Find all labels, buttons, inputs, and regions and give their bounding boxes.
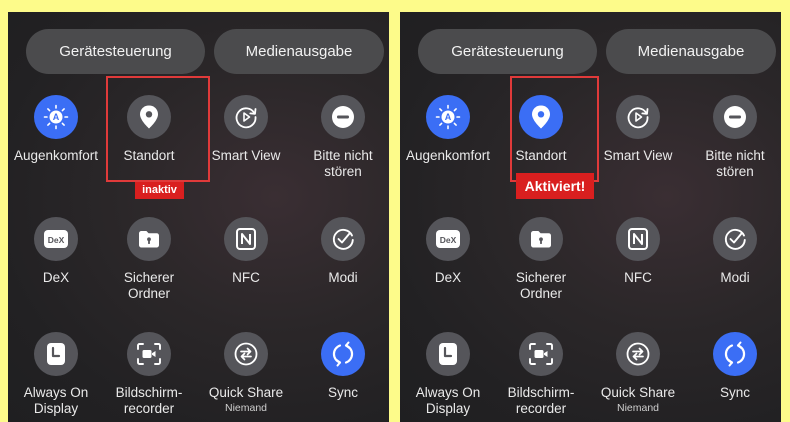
media-output-button[interactable]: Medienausgabe	[606, 29, 776, 74]
smart-view-icon[interactable]	[616, 95, 660, 139]
quick-settings-panel-after: Gerätesteuerung Medienausgabe A Augenkomfor…	[400, 12, 781, 422]
tile-label: Sync	[719, 385, 750, 400]
quick-tile-screen-recorder[interactable]: Bildschirm- recorder	[493, 332, 589, 417]
tile-label: Sync	[327, 385, 358, 400]
tile-label: Modi	[328, 270, 358, 285]
quick-settings-panel-before: Gerätesteuerung Medienausgabe A Augenkomfor…	[8, 12, 389, 422]
eye-comfort-icon[interactable]: A	[426, 95, 470, 139]
device-control-button[interactable]: Gerätesteuerung	[26, 29, 205, 74]
quick-tile-modes[interactable]: Modi	[687, 217, 781, 286]
quick-tile-secure-folder[interactable]: Sicherer Ordner	[101, 217, 197, 302]
tile-label: Augenkomfort	[405, 148, 491, 163]
quick-tile-do-not-disturb[interactable]: Bitte nicht stören	[687, 95, 781, 180]
smart-view-icon[interactable]	[224, 95, 268, 139]
tile-label: Always On Display	[23, 385, 89, 416]
quick-tile-sync[interactable]: Sync	[295, 332, 389, 401]
tile-label: Bitte nicht stören	[705, 148, 765, 179]
tile-label: NFC	[232, 270, 260, 285]
tile-label: Always On Display	[415, 385, 481, 416]
quick-share-icon[interactable]	[224, 332, 268, 376]
tile-label: Quick Share	[208, 385, 284, 400]
media-output-button[interactable]: Medienausgabe	[214, 29, 384, 74]
tile-label: Bitte nicht stören	[313, 148, 373, 179]
secure-folder-icon[interactable]	[127, 217, 171, 261]
tile-label: Modi	[720, 270, 750, 285]
tile-sublabel: Niemand	[616, 402, 660, 414]
tile-label: Sicherer Ordner	[515, 270, 567, 301]
quick-tile-eye-comfort[interactable]: A Augenkomfort	[8, 95, 104, 164]
quick-tile-dex[interactable]: DeX DeX	[8, 217, 104, 286]
quick-tile-always-on-display[interactable]: Always On Display	[400, 332, 496, 417]
quick-share-icon[interactable]	[616, 332, 660, 376]
quick-tile-quick-share[interactable]: Quick Share Niemand	[198, 332, 294, 415]
quick-tile-do-not-disturb[interactable]: Bitte nicht stören	[295, 95, 389, 180]
tile-label: Augenkomfort	[13, 148, 99, 163]
status-badge: inaktiv	[135, 182, 184, 199]
modes-icon[interactable]	[321, 217, 365, 261]
device-control-button[interactable]: Gerätesteuerung	[418, 29, 597, 74]
quick-tile-eye-comfort[interactable]: A Augenkomfort	[400, 95, 496, 164]
quick-tile-nfc[interactable]: NFC	[590, 217, 686, 286]
tile-label: DeX	[42, 270, 70, 285]
tile-label: Smart View	[603, 148, 673, 163]
quick-tile-dex[interactable]: DeX DeX	[400, 217, 496, 286]
dex-icon[interactable]: DeX	[426, 217, 470, 261]
svg-text:A: A	[53, 112, 60, 122]
nfc-icon[interactable]	[616, 217, 660, 261]
modes-icon[interactable]	[713, 217, 757, 261]
highlight-frame	[106, 76, 210, 182]
svg-text:DeX: DeX	[48, 235, 65, 245]
status-badge: Aktiviert!	[516, 173, 594, 199]
quick-tile-screen-recorder[interactable]: Bildschirm- recorder	[101, 332, 197, 417]
tile-label: Bildschirm- recorder	[115, 385, 183, 416]
tile-sublabel: Niemand	[224, 402, 268, 414]
quick-tile-smart-view[interactable]: Smart View	[198, 95, 294, 164]
sync-icon[interactable]	[713, 332, 757, 376]
screen-recorder-icon[interactable]	[127, 332, 171, 376]
svg-text:A: A	[445, 112, 452, 122]
do-not-disturb-icon[interactable]	[713, 95, 757, 139]
svg-text:DeX: DeX	[440, 235, 457, 245]
sync-icon[interactable]	[321, 332, 365, 376]
always-on-display-icon[interactable]	[426, 332, 470, 376]
tile-label: Smart View	[211, 148, 281, 163]
tile-label: DeX	[434, 270, 462, 285]
secure-folder-icon[interactable]	[519, 217, 563, 261]
quick-tile-secure-folder[interactable]: Sicherer Ordner	[493, 217, 589, 302]
quick-tile-smart-view[interactable]: Smart View	[590, 95, 686, 164]
do-not-disturb-icon[interactable]	[321, 95, 365, 139]
tile-label: Bildschirm- recorder	[507, 385, 575, 416]
quick-tile-nfc[interactable]: NFC	[198, 217, 294, 286]
tile-label: NFC	[624, 270, 652, 285]
nfc-icon[interactable]	[224, 217, 268, 261]
tile-label: Sicherer Ordner	[123, 270, 175, 301]
screen-recorder-icon[interactable]	[519, 332, 563, 376]
dex-icon[interactable]: DeX	[34, 217, 78, 261]
quick-tile-modes[interactable]: Modi	[295, 217, 389, 286]
quick-tile-sync[interactable]: Sync	[687, 332, 781, 401]
comparison-stage: Gerätesteuerung Medienausgabe A Augenkomfor…	[0, 0, 790, 422]
tile-label: Quick Share	[600, 385, 676, 400]
highlight-frame	[510, 76, 599, 182]
quick-tile-always-on-display[interactable]: Always On Display	[8, 332, 104, 417]
eye-comfort-icon[interactable]: A	[34, 95, 78, 139]
always-on-display-icon[interactable]	[34, 332, 78, 376]
quick-tile-quick-share[interactable]: Quick Share Niemand	[590, 332, 686, 415]
